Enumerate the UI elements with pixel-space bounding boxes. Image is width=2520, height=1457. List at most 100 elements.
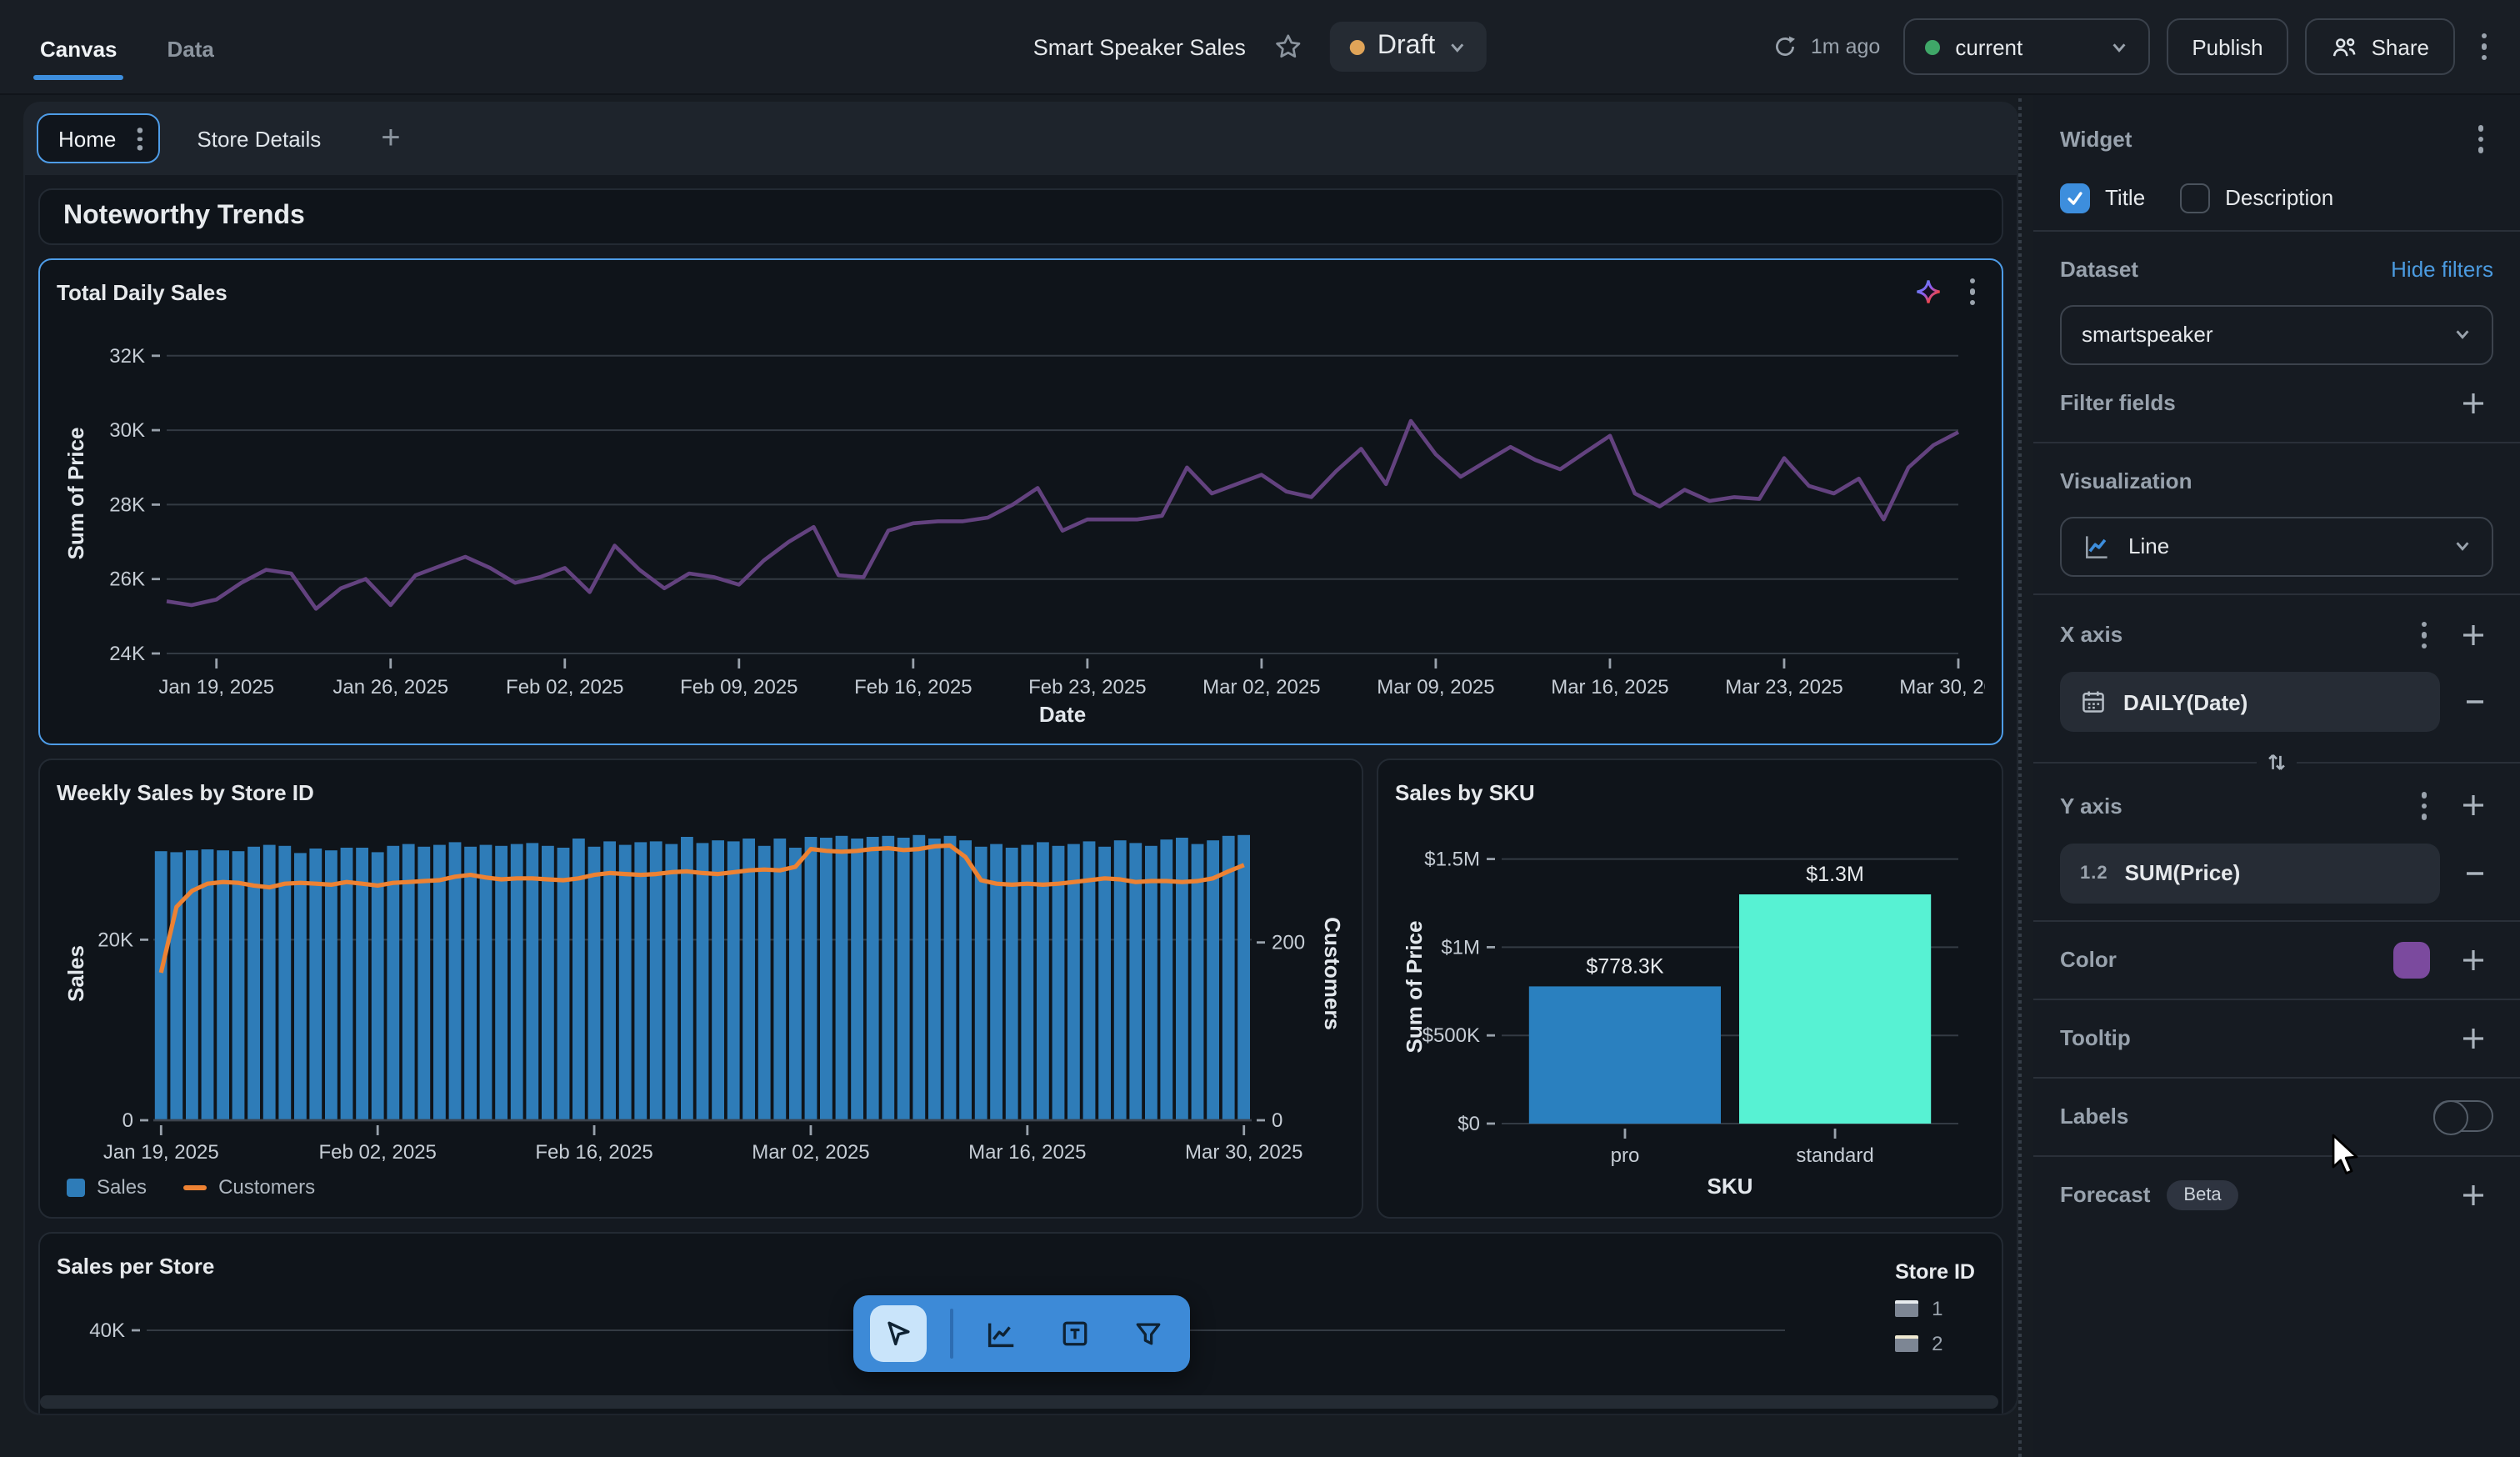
select-tool-button[interactable] [869,1305,926,1362]
last-refresh-label: 1m ago [1811,35,1880,58]
version-dropdown[interactable]: current [1903,18,2150,75]
y-axis-field-pill[interactable]: 1.2 SUM(Price) [2060,843,2440,903]
section-title-widget[interactable]: Noteworthy Trends [38,188,2003,245]
tooltip-plus-icon[interactable] [2453,1018,2493,1058]
legend-item-sales[interactable]: Sales [67,1175,147,1199]
add-page-button[interactable]: + [358,122,423,155]
svg-text:24K: 24K [109,643,145,665]
chevron-down-icon [2453,325,2472,343]
panel-resize-gutter[interactable] [2018,98,2033,1457]
y-axis-field-name: SUM(Price) [2125,860,2241,885]
check-icon [2065,188,2085,208]
total-daily-sales-chart[interactable]: 24K26K28K30K32KSum of PriceJan 19, 2025J… [57,313,1985,730]
add-filter-plus-icon[interactable] [2453,383,2493,423]
add-text-tool-button[interactable] [1049,1309,1099,1359]
tab-data[interactable]: Data [164,3,218,90]
main-nav: Canvas Data [37,3,218,90]
app-root: Canvas Data Smart Speaker Sales Draft 1m… [0,0,2520,1457]
svg-text:Jan 19, 2025: Jan 19, 2025 [103,1141,219,1164]
widget-weekly-sales[interactable]: Weekly Sales by Store ID 020K0200SalesCu… [38,759,1363,1219]
visualization-label: Visualization [2060,468,2192,493]
svg-text:Date: Date [1039,702,1086,727]
svg-text:Sales: Sales [63,945,88,1002]
add-chart-tool-button[interactable] [976,1309,1026,1359]
more-options-kebab-icon[interactable] [2471,23,2497,71]
customers-swatch [183,1184,207,1189]
filter-tool-button[interactable] [1122,1309,1172,1359]
hide-filters-link[interactable]: Hide filters [2391,257,2493,282]
section-title-text: Noteworthy Trends [63,202,305,232]
page-tab-home[interactable]: Home [37,113,160,163]
chart-title: Sales by SKU [1395,779,1535,804]
share-button[interactable]: Share [2305,18,2454,75]
dataset-section-label: Dataset [2060,257,2138,282]
widget-sales-by-sku[interactable]: Sales by SKU $0$500K$1M$1.5MSum of Price… [1377,759,2003,1219]
top-bar-actions: 1m ago current Publish Share [1772,0,2497,93]
svg-text:pro: pro [1611,1144,1640,1167]
y-axis-remove-icon[interactable] [2457,854,2493,891]
y-axis-kebab-icon[interactable] [2411,782,2437,829]
chevron-down-icon [2453,537,2472,555]
page-tab-store-details[interactable]: Store Details [167,126,351,151]
svg-text:Sum of Price: Sum of Price [63,428,88,560]
x-axis-field-pill[interactable]: DAILY(Date) [2060,672,2440,732]
weekly-sales-chart[interactable]: 020K0200SalesCustomersJan 19, 2025Feb 02… [57,814,1345,1170]
legend-item-customers[interactable]: Customers [183,1175,315,1199]
share-people-icon [2330,33,2358,61]
color-plus-icon[interactable] [2453,939,2493,979]
ai-sparkle-icon[interactable] [1906,270,1949,313]
draft-status-label: Draft [1378,32,1435,62]
legend-item-store-1[interactable]: 1 [1895,1297,1975,1320]
filter-fields-label: Filter fields [2060,390,2176,415]
horizontal-scrollbar[interactable] [40,1395,1998,1409]
store-2-swatch [1895,1335,1918,1352]
svg-text:Mar 30, 2025: Mar 30, 2025 [1185,1141,1302,1164]
widget-menu-kebab-icon[interactable] [1959,268,1985,316]
page-tab-kebab-icon[interactable] [128,119,149,158]
x-axis-remove-icon[interactable] [2457,683,2493,720]
sales-by-sku-chart[interactable]: $0$500K$1M$1.5MSum of Price$778.3Kpro$1.… [1395,814,1985,1204]
dataset-value: smartspeaker [2082,322,2213,347]
description-checkbox[interactable] [2180,183,2210,213]
swap-axes-icon[interactable] [2257,742,2297,782]
page-tabs: Home Store Details + [23,102,2018,175]
svg-text:30K: 30K [109,419,145,442]
chart-title: Sales per Store [57,1253,214,1278]
pointer-icon [881,1317,914,1350]
svg-text:0: 0 [122,1109,133,1132]
color-section-label: Color [2060,947,2117,972]
tab-canvas[interactable]: Canvas [37,3,121,90]
chevron-down-icon [2110,38,2128,56]
favorite-star-icon[interactable] [1266,25,1309,68]
svg-text:$778.3K: $778.3K [1586,954,1663,978]
widget-total-daily-sales[interactable]: Total Daily Sales 24K26K28K30K32KSum of … [38,258,2003,745]
svg-text:Sum of Price: Sum of Price [1402,921,1427,1054]
version-dot [1925,39,1940,54]
svg-text:Feb 16, 2025: Feb 16, 2025 [535,1141,652,1164]
x-axis-kebab-icon[interactable] [2411,611,2437,658]
svg-text:Feb 09, 2025: Feb 09, 2025 [680,676,798,698]
y-axis-plus-icon[interactable] [2453,786,2493,826]
publish-button[interactable]: Publish [2167,18,2288,75]
svg-text:$0: $0 [1458,1113,1480,1135]
sales-swatch [67,1178,85,1196]
svg-text:Jan 26, 2025: Jan 26, 2025 [332,676,448,698]
mouse-cursor [2330,1134,2367,1177]
legend-item-store-2[interactable]: 2 [1895,1332,1975,1355]
document-title: Smart Speaker Sales [1033,34,1246,59]
refresh-status[interactable]: 1m ago [1772,33,1880,60]
title-checkbox[interactable] [2060,183,2090,213]
labels-toggle[interactable] [2433,1100,2493,1132]
svg-text:$1.5M: $1.5M [1424,849,1480,871]
legend-label: Customers [218,1175,315,1199]
widget-kebab-icon[interactable] [2468,115,2493,163]
color-swatch[interactable] [2393,941,2430,978]
legend-label: Sales [97,1175,147,1199]
x-axis-plus-icon[interactable] [2453,615,2493,655]
visualization-select[interactable]: Line [2060,516,2493,576]
chart-title: Total Daily Sales [57,279,228,304]
line-viz-icon [2082,531,2112,561]
draft-status-dropdown[interactable]: Draft [1329,22,1487,72]
forecast-plus-icon[interactable] [2453,1174,2493,1214]
dataset-select[interactable]: smartspeaker [2060,304,2493,364]
